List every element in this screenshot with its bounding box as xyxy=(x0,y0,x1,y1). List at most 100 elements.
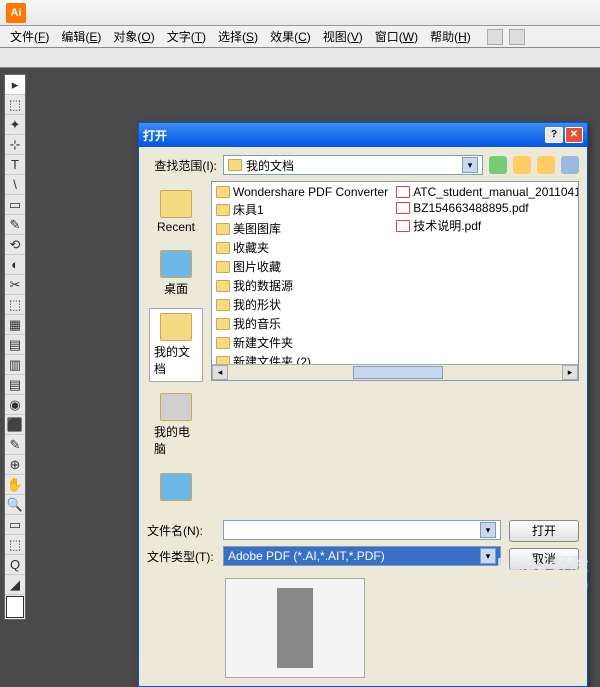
file-item[interactable]: 美图图库 xyxy=(214,219,390,238)
file-item[interactable]: 图片收藏 xyxy=(214,257,390,276)
toolbar-icon[interactable] xyxy=(509,29,525,45)
pdf-icon xyxy=(396,220,410,232)
pdf-icon xyxy=(396,202,410,214)
folder-icon xyxy=(216,186,230,198)
watermark: Baidu 经验 jingyan.baidu.com xyxy=(491,551,588,591)
sidebar-item-mycomp[interactable]: 我的电脑 xyxy=(149,388,203,462)
tool-button[interactable]: ▤ xyxy=(5,375,25,395)
file-item[interactable]: ATC_student_manual_20110418[1].pd xyxy=(394,184,579,200)
filename-label: 文件名(N): xyxy=(147,522,217,539)
netwk-icon xyxy=(160,473,192,501)
tool-button[interactable]: ⬚ xyxy=(5,95,25,115)
app-icon: Ai xyxy=(6,3,26,23)
tool-button[interactable]: ▸ xyxy=(5,75,25,95)
folder-icon xyxy=(216,337,230,349)
open-dialog: 打开 ? ✕ 查找范围(I): 我的文档 ▾ Recent桌面我的文档我的电脑 xyxy=(138,122,588,687)
tool-button[interactable]: 🔍 xyxy=(5,495,25,515)
file-item[interactable]: 新建文件夹 xyxy=(214,333,390,352)
pdf-icon xyxy=(396,186,410,198)
tool-button[interactable]: ⊹ xyxy=(5,135,25,155)
view-icon[interactable] xyxy=(561,156,579,174)
places-sidebar: Recent 桌面我的文档我的电脑 xyxy=(147,181,205,512)
menu-bar: 文件(F)编辑(E)对象(O)文字(T)选择(S)效果(C)视图(V)窗口(W)… xyxy=(0,26,600,48)
tool-button[interactable]: ⬛ xyxy=(5,415,25,435)
tool-button[interactable]: ▭ xyxy=(5,195,25,215)
toolbar-icon[interactable] xyxy=(487,29,503,45)
file-item[interactable]: 我的音乐 xyxy=(214,314,390,333)
file-item[interactable]: 收藏夹 xyxy=(214,238,390,257)
menu-H[interactable]: 帮助(H) xyxy=(424,26,477,47)
preview-pane xyxy=(225,578,365,678)
folder-icon xyxy=(216,261,230,273)
menu-V[interactable]: 视图(V) xyxy=(317,26,369,47)
chevron-down-icon[interactable]: ▾ xyxy=(462,157,478,173)
tool-button[interactable]: ✎ xyxy=(5,215,25,235)
tool-button[interactable]: ⬚ xyxy=(5,535,25,555)
dialog-title: 打开 xyxy=(143,127,167,144)
sidebar-item-mydocs[interactable]: 我的文档 xyxy=(149,308,203,382)
file-item[interactable]: BZ154663488895.pdf xyxy=(394,200,579,216)
file-item[interactable]: 技术说明.pdf xyxy=(394,216,579,235)
lookup-value: 我的文档 xyxy=(246,157,294,174)
sidebar-item-desktop[interactable]: 桌面 xyxy=(149,245,203,302)
tool-button[interactable]: ⬚ xyxy=(5,295,25,315)
folder-icon xyxy=(216,280,230,292)
scroll-left-icon[interactable]: ◂ xyxy=(212,365,228,380)
file-item[interactable]: 床具1 xyxy=(214,200,390,219)
tool-button[interactable]: ▭ xyxy=(5,515,25,535)
dialog-title-bar[interactable]: 打开 ? ✕ xyxy=(139,123,587,147)
tool-button[interactable]: ◉ xyxy=(5,395,25,415)
tool-button[interactable]: ▦ xyxy=(5,315,25,335)
file-list[interactable]: Wondershare PDF Converter床具1美图图库收藏夹图片收藏我… xyxy=(211,181,579,381)
menu-F[interactable]: 文件(F) xyxy=(4,26,55,47)
up-icon[interactable] xyxy=(513,156,531,174)
menu-E[interactable]: 编辑(E) xyxy=(55,26,107,47)
filename-input[interactable]: ▾ xyxy=(223,520,501,540)
menu-T[interactable]: 文字(T) xyxy=(161,26,212,47)
scroll-thumb[interactable] xyxy=(353,366,443,379)
folder-icon xyxy=(216,242,230,254)
tool-button[interactable]: ✋ xyxy=(5,475,25,495)
sidebar-item-netwk[interactable] xyxy=(149,468,203,508)
sidebar-item-recent[interactable]: Recent xyxy=(149,185,203,239)
tool-button[interactable]: ✦ xyxy=(5,115,25,135)
file-item[interactable]: Wondershare PDF Converter xyxy=(214,184,390,200)
newfolder-icon[interactable] xyxy=(537,156,555,174)
open-button[interactable]: 打开 xyxy=(509,520,579,542)
folder-icon xyxy=(228,159,242,171)
chevron-down-icon[interactable]: ▾ xyxy=(480,522,496,538)
tool-button[interactable]: ⊕ xyxy=(5,455,25,475)
desktop-icon xyxy=(160,250,192,278)
tool-button[interactable]: \ xyxy=(5,175,25,195)
menu-S[interactable]: 选择(S) xyxy=(212,26,264,47)
tool-button[interactable]: ◐ xyxy=(5,255,25,275)
scroll-right-icon[interactable]: ▸ xyxy=(562,365,578,380)
tool-button[interactable]: T xyxy=(5,155,25,175)
tool-button[interactable]: ▥ xyxy=(5,355,25,375)
tool-button[interactable]: ✂ xyxy=(5,275,25,295)
tool-button[interactable]: ◢ xyxy=(5,575,25,595)
control-bar xyxy=(0,48,600,68)
menu-W[interactable]: 窗口(W) xyxy=(369,26,424,47)
help-button[interactable]: ? xyxy=(545,127,563,143)
menu-O[interactable]: 对象(O) xyxy=(107,26,160,47)
folder-icon xyxy=(216,204,230,216)
filetype-combo[interactable]: Adobe PDF (*.AI,*.AIT,*.PDF) ▾ xyxy=(223,546,501,566)
file-item[interactable]: 我的数据源 xyxy=(214,276,390,295)
tool-button[interactable]: Q xyxy=(5,555,25,575)
lookup-combo[interactable]: 我的文档 ▾ xyxy=(223,155,483,175)
fill-swatch[interactable] xyxy=(6,596,24,618)
file-item[interactable]: 我的形状 xyxy=(214,295,390,314)
mycomp-icon xyxy=(160,393,192,421)
close-button[interactable]: ✕ xyxy=(565,127,583,143)
recent-icon xyxy=(160,190,192,218)
folder-icon xyxy=(216,318,230,330)
tool-panel: ▸⬚✦⊹T\▭✎⟲◐✂⬚▦▤▥▤◉⬛✎⊕✋🔍▭⬚Q◢ xyxy=(4,74,26,620)
menu-C[interactable]: 效果(C) xyxy=(264,26,317,47)
lookup-label: 查找范围(I): xyxy=(147,157,217,174)
tool-button[interactable]: ✎ xyxy=(5,435,25,455)
tool-button[interactable]: ▤ xyxy=(5,335,25,355)
horizontal-scrollbar[interactable]: ◂ ▸ xyxy=(212,364,578,380)
back-icon[interactable] xyxy=(489,156,507,174)
tool-button[interactable]: ⟲ xyxy=(5,235,25,255)
